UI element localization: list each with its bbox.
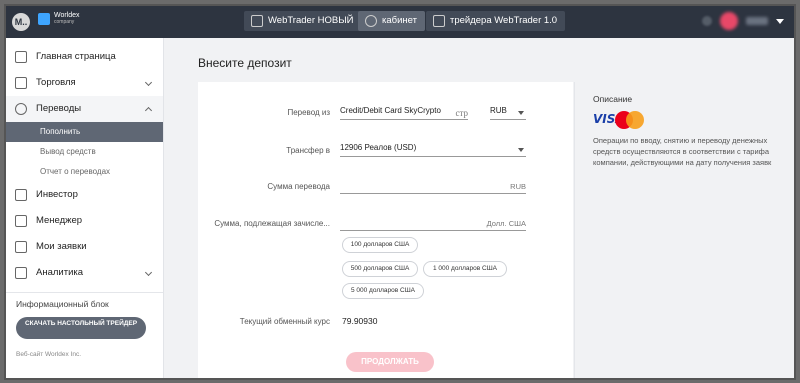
- logo[interactable]: Worldex company: [38, 12, 80, 26]
- amount-label: Сумма перевода: [267, 182, 330, 191]
- info-block-label: Информационный блок: [16, 299, 109, 309]
- download-trader-button[interactable]: СКАЧАТЬ НАСТОЛЬНЫЙ ТРЕЙДЕР: [16, 317, 146, 339]
- deposit-form: Перевод из Credit/Debit Card SkyCrypto с…: [198, 82, 573, 378]
- page-title: Внесите депозит: [198, 56, 292, 70]
- description-title: Описание: [593, 94, 633, 104]
- sidebar-item-analytics[interactable]: Аналитика: [6, 260, 163, 286]
- chevron-down-icon: [144, 78, 153, 87]
- trend-icon: [15, 267, 27, 279]
- sidebar: Главная страница Торговля Переводы Попол…: [6, 38, 164, 378]
- transfer-to-label: Трансфер в: [286, 146, 330, 155]
- sidebar-item-manager[interactable]: Менеджер: [6, 208, 163, 234]
- sidebar-subitem-report[interactable]: Отчет о переводах: [6, 162, 163, 182]
- exchange-rate-label: Текущий обменный курс: [239, 317, 330, 326]
- continue-button[interactable]: ПРОДОЛЖАТЬ: [346, 352, 434, 372]
- preset-5000-button[interactable]: 5 000 долларов США: [342, 283, 424, 299]
- sidebar-item-requests[interactable]: Мои заявки: [6, 234, 163, 260]
- user-name[interactable]: [746, 17, 768, 25]
- description-text: Операции по вводу, снятию и переводу ден…: [593, 136, 772, 167]
- wallet-icon: [15, 77, 27, 89]
- chevron-up-icon: [144, 106, 153, 115]
- sidebar-item-trading[interactable]: Торговля: [6, 70, 163, 96]
- sidebar-footer[interactable]: Веб-сайт Worldex Inc.: [6, 351, 163, 358]
- exchange-rate-value: 79.90930: [342, 316, 378, 326]
- dropdown-arrow-icon: [518, 111, 524, 115]
- mastercard-logo: [615, 111, 645, 129]
- top-right-controls: [702, 12, 784, 30]
- chat-icon: [15, 241, 27, 253]
- sidebar-item-transfers[interactable]: Переводы: [6, 96, 163, 122]
- amount-input[interactable]: RUB: [340, 180, 526, 194]
- chart-icon: [433, 15, 445, 27]
- chevron-down-icon: [144, 268, 153, 277]
- logo-name: Worldex: [54, 12, 80, 19]
- preset-1000-button[interactable]: 1 000 долларов США: [423, 261, 507, 277]
- home-icon: [15, 51, 27, 63]
- transfer-from-select[interactable]: Credit/Debit Card SkyCrypto стр: [340, 106, 468, 120]
- sidebar-subitem-withdraw[interactable]: Вывод средств: [6, 142, 163, 162]
- user-avatar[interactable]: [720, 12, 738, 30]
- sidebar-item-investor[interactable]: Инвестор: [6, 182, 163, 208]
- credited-amount-label: Сумма, подлежащая зачисле...: [214, 219, 330, 228]
- chart-icon: [251, 15, 263, 27]
- tab-cabinet[interactable]: кабинет: [358, 11, 425, 31]
- briefcase-icon: [15, 215, 27, 227]
- notification-icon[interactable]: [702, 16, 712, 26]
- page-label: стр: [455, 108, 468, 118]
- dropdown-arrow-icon: [518, 148, 524, 152]
- sidebar-subitem-deposit[interactable]: Пополнить: [6, 122, 163, 142]
- preset-500-button[interactable]: 500 долларов США: [342, 261, 418, 277]
- chevron-down-icon[interactable]: [776, 18, 784, 24]
- app-window: M.. Worldex company WebTrader НОВЫЙ каби…: [4, 4, 796, 380]
- top-bar: M.. Worldex company WebTrader НОВЫЙ каби…: [6, 6, 794, 38]
- sidebar-item-home[interactable]: Главная страница: [6, 44, 163, 70]
- logo-icon: [38, 13, 50, 25]
- transfer-from-label: Перевод из: [287, 108, 330, 117]
- transfer-to-select[interactable]: 12906 Реалов (USD): [340, 143, 526, 157]
- description-panel: Описание VISA Операции по вводу, снятию …: [574, 82, 794, 378]
- account-avatar[interactable]: M..: [12, 13, 30, 31]
- currency-select[interactable]: RUB: [490, 106, 526, 120]
- tab-webtrader-1[interactable]: трейдера WebTrader 1.0: [426, 11, 566, 31]
- dollar-icon: [15, 103, 27, 115]
- network-icon: [15, 189, 27, 201]
- credited-amount-input[interactable]: Долл. США: [340, 217, 526, 231]
- user-icon: [365, 15, 377, 27]
- preset-100-button[interactable]: 100 долларов США: [342, 237, 418, 253]
- logo-sub: company: [54, 19, 75, 25]
- credited-unit: Долл. США: [486, 219, 526, 228]
- sidebar-divider: [6, 292, 163, 293]
- amount-unit: RUB: [510, 182, 526, 191]
- tab-webtrader-new[interactable]: WebTrader НОВЫЙ: [244, 11, 362, 31]
